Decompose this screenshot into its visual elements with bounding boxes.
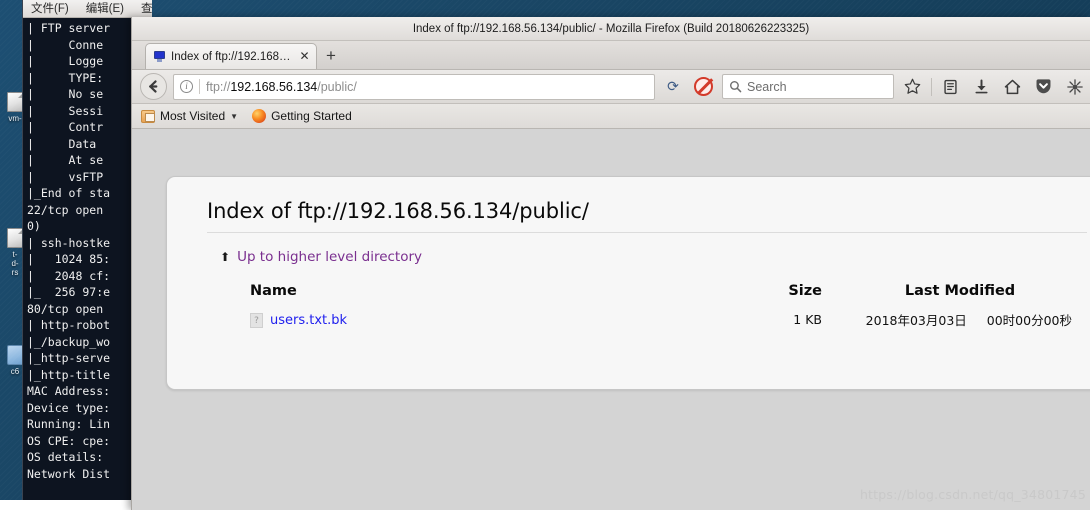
search-placeholder-text: Search <box>747 80 787 94</box>
extensions-icon[interactable] <box>1062 73 1087 100</box>
bookmark-getting-started[interactable]: Getting Started <box>252 109 352 123</box>
column-header-size[interactable]: Size <box>692 283 822 310</box>
search-input[interactable]: Search <box>722 74 894 99</box>
url-text[interactable]: ftp://192.168.56.134/public/ <box>206 80 650 94</box>
firefox-window: Index of ftp://192.168.56.134/public/ - … <box>131 17 1090 510</box>
url-path: /public/ <box>317 80 357 94</box>
toolbar-divider <box>931 78 932 96</box>
up-arrow-icon: ⬆ <box>220 251 230 263</box>
bookmarks-toolbar: Most Visited ▼ Getting Started <box>132 104 1090 129</box>
back-button[interactable] <box>140 73 167 100</box>
up-to-higher-level-directory-link[interactable]: ⬆ Up to higher level directory <box>220 249 422 265</box>
up-link-label: Up to higher level directory <box>237 249 422 265</box>
page-title: Index of ftp://192.168.56.134/public/ <box>207 199 1090 232</box>
desktop-icon-label: vm- <box>8 114 21 123</box>
search-icon <box>729 80 742 93</box>
page-info-icon[interactable]: i <box>180 80 193 93</box>
file-modified-cell: 2018年03月03日 00时00分00秒 <box>822 310 1072 329</box>
menu-view[interactable]: 查看(V) <box>141 3 152 15</box>
file-icon <box>7 92 24 112</box>
desktop-icon-label: t- d- rs <box>11 250 18 277</box>
close-icon[interactable]: ✕ <box>299 51 310 62</box>
url-divider <box>199 79 200 94</box>
reload-button[interactable]: ⟳ <box>661 75 685 99</box>
folder-icon <box>7 345 24 365</box>
blocked-popup-icon[interactable] <box>691 73 716 100</box>
window-title: Index of ftp://192.168.56.134/public/ - … <box>413 23 809 35</box>
column-header-last-modified[interactable]: Last Modified <box>822 283 1072 310</box>
table-row: ? users.txt.bk 1 KB 2018年03月03日 00时00分00… <box>207 310 1072 329</box>
pocket-icon[interactable] <box>1031 73 1056 100</box>
bookmark-star-icon[interactable] <box>900 73 925 100</box>
tab-label: Index of ftp://192.168… <box>171 51 294 63</box>
navigation-toolbar: i ftp://192.168.56.134/public/ ⟳ Search <box>132 70 1090 104</box>
window-titlebar: Index of ftp://192.168.56.134/public/ - … <box>132 17 1090 41</box>
terminal-menubar: 文件(F)编辑(E)查看(V)搜索(S)终端(T)帮助(H) <box>23 0 152 18</box>
url-scheme: ftp:// <box>206 80 230 94</box>
table-header-row: Name Size Last Modified <box>207 283 1072 310</box>
bookmark-label: Getting Started <box>271 109 352 123</box>
firefox-icon <box>252 109 266 123</box>
url-bar[interactable]: i ftp://192.168.56.134/public/ <box>173 74 655 100</box>
directory-listing-card: Index of ftp://192.168.56.134/public/ ⬆ … <box>166 176 1090 390</box>
tab-strip: Index of ftp://192.168… ✕ + <box>132 41 1090 70</box>
file-name-cell: ? users.txt.bk <box>250 313 347 328</box>
menu-file[interactable]: 文件(F) <box>31 3 69 15</box>
home-icon[interactable] <box>1000 73 1025 100</box>
page-viewport: Index of ftp://192.168.56.134/public/ ⬆ … <box>132 129 1090 510</box>
title-divider <box>207 232 1087 233</box>
chevron-down-icon: ▼ <box>230 112 238 121</box>
file-modified-date: 2018年03月03日 <box>866 310 967 329</box>
back-arrow-icon <box>146 79 161 94</box>
file-size-cell: 1 KB <box>692 310 822 329</box>
column-header-name[interactable]: Name <box>207 283 692 310</box>
url-host: 192.168.56.134 <box>230 80 317 94</box>
file-link[interactable]: users.txt.bk <box>270 313 347 328</box>
most-visited-icon <box>141 110 155 123</box>
downloads-icon[interactable] <box>969 73 994 100</box>
tab-index-of-ftp[interactable]: Index of ftp://192.168… ✕ <box>145 43 317 69</box>
bookmark-most-visited[interactable]: Most Visited ▼ <box>141 109 238 123</box>
bookmark-label: Most Visited <box>160 109 225 123</box>
desktop-icon-label: c6 <box>11 367 19 376</box>
directory-table: Name Size Last Modified ? users.txt.bk <box>207 283 1072 329</box>
file-modified-time: 00时00分00秒 <box>987 310 1072 329</box>
file-icon <box>7 228 24 248</box>
monitor-icon <box>153 51 166 63</box>
menu-edit[interactable]: 编辑(E) <box>86 3 124 15</box>
new-tab-button[interactable]: + <box>317 43 345 69</box>
unknown-file-icon: ? <box>250 313 263 328</box>
library-icon[interactable] <box>938 73 963 100</box>
